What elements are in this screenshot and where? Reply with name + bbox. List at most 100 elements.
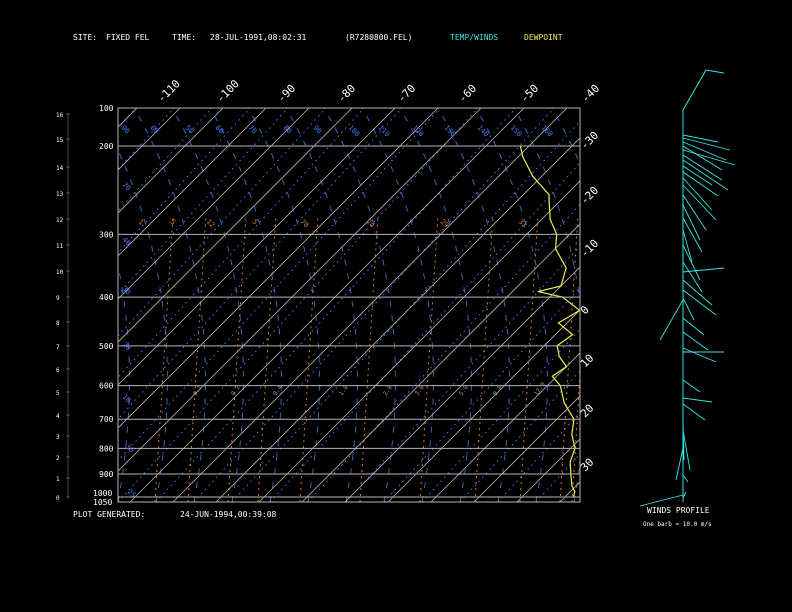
wind-barb [639, 494, 684, 507]
plot-frame [117, 107, 581, 503]
wind-barb [705, 69, 725, 74]
isotherm-label-right: 30 [578, 456, 597, 475]
moist-adiabat [171, 108, 244, 502]
dry-adiabat [345, 245, 580, 502]
isotherm-line [387, 309, 580, 502]
wind-barb [682, 69, 707, 111]
theta-label: 150 [509, 124, 524, 139]
dewpoint-line-point [537, 291, 539, 293]
mixing-ratio-label: 33 [517, 218, 529, 230]
moist-adiabat [475, 108, 548, 502]
temperature-line-point [605, 448, 606, 449]
dry-adiabat [383, 286, 580, 502]
dry-adiabat [118, 108, 479, 502]
isotherm-line [516, 438, 580, 502]
dewpoint-line-point [548, 202, 550, 204]
height-tick-label: 10 [56, 269, 64, 276]
temperature-line-point [635, 116, 636, 117]
wind-barb [682, 141, 727, 161]
dry-adiabat [231, 120, 580, 502]
mixing-ratio-label: 12 [205, 218, 217, 230]
theta-label: 130 [443, 124, 458, 139]
isotherm-line [473, 395, 580, 502]
dewpoint-line-point [557, 322, 560, 324]
theta-label: 60 [149, 124, 161, 136]
dry-adiabat [0, 108, 22, 502]
isotherm-label-right: -10 [578, 237, 601, 260]
mixing-ratio-label: 1 [137, 218, 146, 227]
isotherm-line [129, 108, 525, 502]
wind-barb [682, 177, 713, 211]
pressure-tick-label: 900 [99, 470, 114, 479]
wind-barb [682, 379, 701, 393]
isotherm-label-top: -110 [155, 77, 183, 105]
temperature-line-point [692, 68, 693, 69]
mixing-ratio-line [187, 214, 207, 502]
height-tick-label: 5 [56, 390, 60, 397]
wind-barb [682, 397, 713, 403]
wind-barb [682, 267, 725, 273]
height-tick-label: 16 [56, 112, 64, 119]
height-tick-label: 11 [56, 243, 64, 250]
dewpoint-line-point [565, 267, 567, 269]
dry-adiabat [118, 108, 403, 420]
isotherm-line [689, 108, 792, 502]
mixing-ratio-line [474, 214, 494, 502]
dewpoint-line-point [572, 334, 574, 336]
dewpoint-line-point [554, 247, 557, 250]
theta-label: 140 [476, 124, 491, 139]
temperature-line-point [612, 234, 613, 235]
dry-adiabat [118, 108, 441, 462]
isotherm-label-top: -50 [518, 82, 541, 105]
theta-label: 90 [120, 124, 132, 136]
height-tick-label: 14 [56, 165, 64, 172]
dewpoint-line-point [569, 461, 571, 463]
dewpoint-line-point [563, 402, 565, 404]
temperature-line-point [606, 434, 607, 435]
pressure-tick-label: 800 [99, 444, 114, 453]
mixing-ratio-label: 70 [299, 218, 311, 230]
wind-barb [682, 149, 736, 166]
moist-adiabat [209, 108, 282, 502]
dewpoint-line-point [560, 285, 562, 287]
temperature-line-point [609, 473, 610, 474]
pressure-tick-label: 200 [99, 142, 114, 151]
isotherm-line [301, 223, 580, 502]
isotherm-line [118, 108, 439, 429]
pressure-tick-label: 300 [99, 230, 114, 239]
dewpoint-line-point [574, 490, 576, 493]
isotherm-label-top: -60 [456, 82, 479, 105]
height-tick-label: 0 [56, 495, 60, 502]
wind-barb [682, 474, 689, 483]
isotherm-label-top: -80 [335, 82, 358, 105]
theta-label: 110 [377, 124, 392, 139]
moist-adiabat [323, 108, 396, 502]
temperature-line-point [609, 479, 610, 480]
isotherm-label-right: -20 [578, 184, 601, 207]
height-tick-label: 4 [56, 413, 60, 420]
wind-barb [682, 261, 703, 293]
height-tick-label: 13 [56, 191, 64, 198]
moist-adiabat [361, 108, 434, 502]
pressure-tick-label: 1050 [93, 498, 112, 507]
wind-barb [675, 447, 684, 481]
isotherm-line [559, 481, 580, 502]
temperature-line-point [614, 322, 615, 323]
temperature-line-point [642, 97, 643, 98]
moist-adiabat [0, 108, 53, 502]
theta-label: 100 [347, 124, 362, 139]
theta-label: 90 [312, 124, 324, 136]
isotherm-label-top: -70 [395, 82, 418, 105]
dewpoint-line-point [551, 375, 554, 377]
temperature-line-point [704, 52, 705, 53]
mixing-ratio-line [359, 214, 379, 502]
dry-adiabat [535, 453, 580, 502]
theta-label-left: 70 [121, 181, 133, 193]
plot-area [0, 52, 792, 502]
isotherm-label-top: -90 [275, 82, 298, 105]
mixing-ratio-label-lower: 12.0 [533, 381, 547, 397]
wind-barb [682, 347, 717, 363]
height-tick-label: 9 [56, 295, 60, 302]
temperature-line-point [611, 385, 612, 386]
isotherm-line [215, 137, 580, 502]
